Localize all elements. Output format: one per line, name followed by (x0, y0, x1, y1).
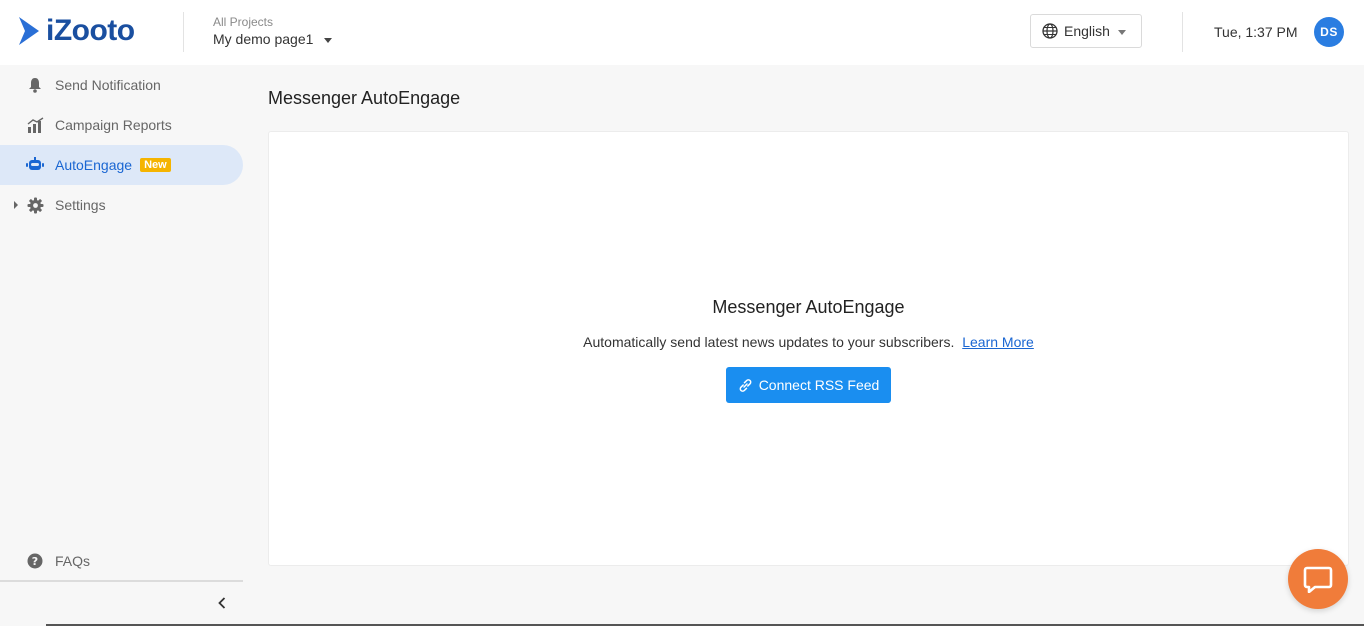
header-divider (1182, 12, 1183, 52)
collapse-sidebar-button[interactable] (214, 595, 230, 611)
project-dropdown[interactable]: My demo page1 (213, 31, 333, 47)
logo-text: iZooto (46, 14, 135, 47)
top-header: iZooto All Projects My demo page1 Englis… (0, 0, 1364, 65)
chevron-down-icon (324, 37, 333, 43)
sidebar-item-faqs[interactable]: ? FAQs (0, 541, 243, 581)
learn-more-link[interactable]: Learn More (962, 334, 1034, 350)
gear-icon (26, 196, 44, 214)
card-description-row: Automatically send latest news updates t… (269, 334, 1348, 350)
project-label: All Projects (213, 15, 274, 29)
chevron-left-icon (218, 597, 226, 609)
page-title: Messenger AutoEngage (268, 88, 461, 108)
chat-widget-button[interactable] (1288, 549, 1348, 609)
chat-bubble-icon (1303, 566, 1333, 593)
sidebar-item-label: Settings (55, 197, 106, 213)
card-description: Automatically send latest news updates t… (583, 334, 955, 350)
language-label: English (1064, 23, 1110, 39)
card-title: Messenger AutoEngage (712, 297, 905, 317)
current-time: Tue, 1:37 PM (1214, 24, 1298, 40)
izooto-arrow-icon (19, 17, 39, 45)
bell-icon (26, 76, 44, 94)
svg-text:?: ? (32, 555, 38, 568)
user-avatar[interactable]: DS (1314, 17, 1344, 47)
sidebar-item-send-notification[interactable]: Send Notification (0, 65, 243, 105)
sidebar-item-label: AutoEngage (55, 157, 133, 173)
language-select[interactable]: English (1030, 14, 1142, 48)
connect-rss-feed-button[interactable]: Connect RSS Feed (726, 367, 891, 403)
sidebar-divider (0, 580, 243, 582)
header-divider (183, 12, 184, 52)
sidebar-item-label: Campaign Reports (55, 117, 172, 133)
sidebar-item-label: FAQs (55, 553, 91, 569)
sidebar-item-campaign-reports[interactable]: Campaign Reports (0, 105, 243, 145)
cta-label: Connect RSS Feed (758, 377, 880, 393)
autoengage-empty-card: Messenger AutoEngage Automatically send … (268, 131, 1349, 566)
robot-icon (26, 156, 44, 174)
project-name: My demo page1 (213, 31, 314, 47)
sidebar-item-label: Send Notification (55, 77, 161, 93)
globe-icon (1042, 23, 1058, 39)
sidebar: Send Notification Campaign Reports AutoE… (0, 65, 243, 626)
bar-chart-icon (26, 116, 44, 134)
new-badge: New (140, 158, 171, 172)
project-selector[interactable]: All Projects My demo page1 (213, 15, 333, 47)
help-circle-icon: ? (26, 552, 44, 570)
sidebar-item-autoengage[interactable]: AutoEngage New (0, 145, 243, 185)
chevron-down-icon (1117, 29, 1126, 35)
expand-arrow-icon[interactable] (14, 201, 18, 209)
izooto-logo[interactable]: iZooto (16, 14, 135, 48)
sidebar-item-settings[interactable]: Settings (0, 185, 243, 225)
link-icon (739, 378, 752, 392)
